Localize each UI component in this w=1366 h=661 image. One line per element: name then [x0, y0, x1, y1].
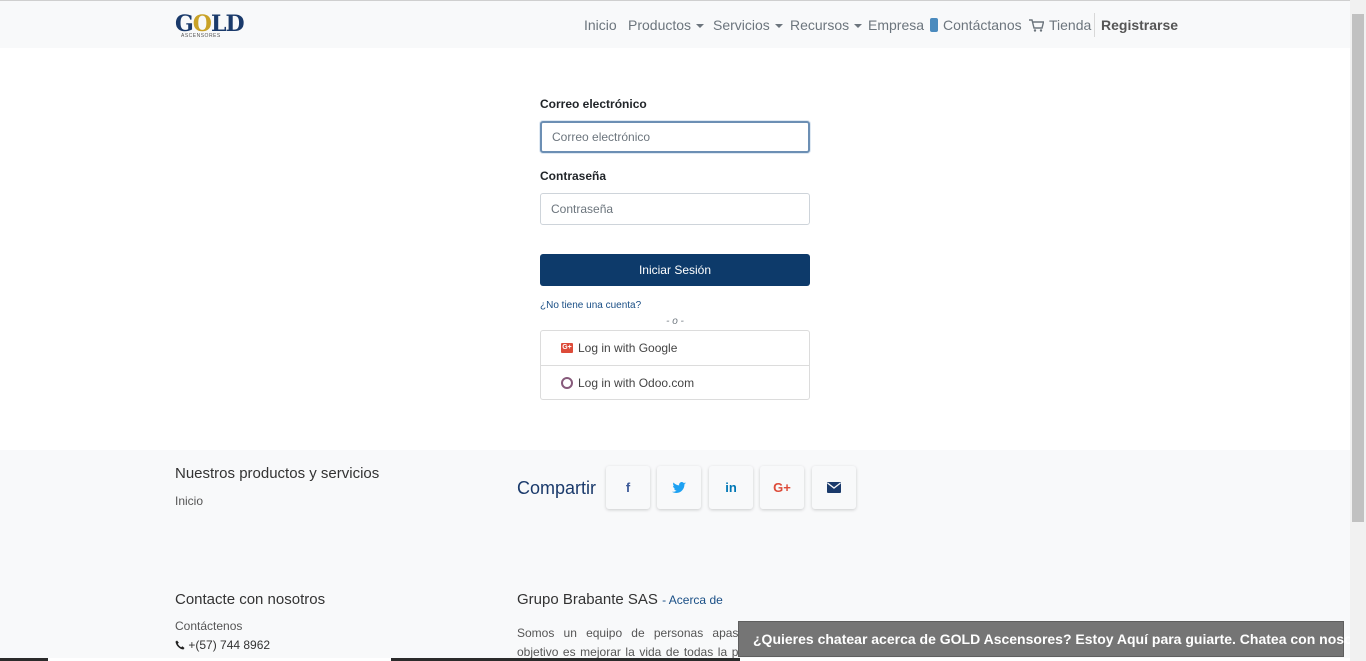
oauth-providers: G+ Log in with Google Log in with Odoo.c…: [540, 330, 810, 400]
nav-item-tienda[interactable]: Tienda: [1029, 17, 1091, 33]
password-field[interactable]: [540, 193, 810, 225]
nav-item-servicios[interactable]: Servicios: [713, 17, 783, 33]
google-login-button[interactable]: G+ Log in with Google: [541, 331, 809, 365]
footer-phone-number: +(57) 744 8962: [188, 638, 271, 652]
scrollbar[interactable]: [1350, 0, 1366, 661]
nav-item-contactanos[interactable]: Contáctanos: [930, 17, 1022, 33]
cart-icon: [1029, 19, 1044, 32]
nav-item-registrarse[interactable]: Registrarse: [1101, 17, 1178, 33]
chevron-down-icon: [696, 24, 705, 29]
chat-banner-text: ¿Quieres chatear acerca de GOLD Ascensor…: [753, 631, 1366, 647]
googleplus-share-button[interactable]: G+: [760, 466, 804, 509]
chevron-down-icon: [774, 24, 783, 29]
nav-item-recursos[interactable]: Recursos: [790, 17, 863, 33]
chat-banner[interactable]: ¿Quieres chatear acerca de GOLD Ascensor…: [738, 621, 1366, 657]
odoo-login-label: Log in with Odoo.com: [578, 375, 695, 390]
about-link[interactable]: - Acerca de: [662, 593, 723, 607]
login-form: Correo electrónico Contraseña Iniciar Se…: [540, 94, 810, 400]
facebook-share-button[interactable]: f: [606, 466, 650, 509]
odoo-login-button[interactable]: Log in with Odoo.com: [541, 365, 809, 399]
or-separator: - o -: [666, 316, 684, 327]
linkedin-share-button[interactable]: in: [709, 466, 753, 509]
twitter-icon: [672, 481, 686, 493]
twitter-share-button[interactable]: [657, 466, 701, 509]
login-button[interactable]: Iniciar Sesión: [540, 254, 810, 286]
footer-contact-title: Contacte con nosotros: [175, 591, 326, 608]
footer-company-title: Grupo Brabante SAS - Acerca de: [517, 591, 723, 608]
company-name: Grupo Brabante SAS: [517, 591, 658, 608]
linkedin-icon: in: [725, 480, 737, 495]
email-field[interactable]: [540, 121, 810, 153]
scrollbar-thumb[interactable]: [1352, 14, 1364, 522]
footer-phone: +(57) 744 8962: [175, 638, 270, 652]
footer-link-inicio[interactable]: Inicio: [175, 494, 203, 508]
chevron-down-icon: [854, 24, 863, 29]
nav-item-inicio[interactable]: Inicio: [584, 17, 617, 33]
footer-products-title: Nuestros productos y servicios: [175, 465, 380, 482]
email-share-button[interactable]: [812, 466, 856, 509]
email-label: Correo electrónico: [540, 97, 647, 111]
google-login-label: Log in with Google: [578, 341, 678, 355]
navbar: GOLD ASCENSORES Inicio Productos Servici…: [0, 1, 1350, 48]
phone-icon: [175, 640, 185, 650]
odoo-icon: [561, 376, 573, 389]
phone-icon: [930, 18, 938, 32]
main-nav: Inicio Productos Servicios Recursos Empr…: [0, 1, 1350, 48]
share-title: Compartir: [517, 478, 597, 498]
envelope-icon: [827, 482, 841, 493]
nav-item-empresa[interactable]: Empresa: [868, 17, 924, 33]
facebook-icon: f: [625, 480, 631, 495]
google-plus-icon: G+: [773, 480, 791, 495]
google-plus-icon: G+: [561, 343, 573, 353]
nav-item-productos[interactable]: Productos: [628, 17, 705, 33]
signup-link[interactable]: ¿No tiene una cuenta?: [540, 300, 641, 311]
footer-contact-link[interactable]: Contáctenos: [175, 619, 242, 633]
password-label: Contraseña: [540, 169, 607, 183]
nav-divider: [1094, 13, 1095, 37]
